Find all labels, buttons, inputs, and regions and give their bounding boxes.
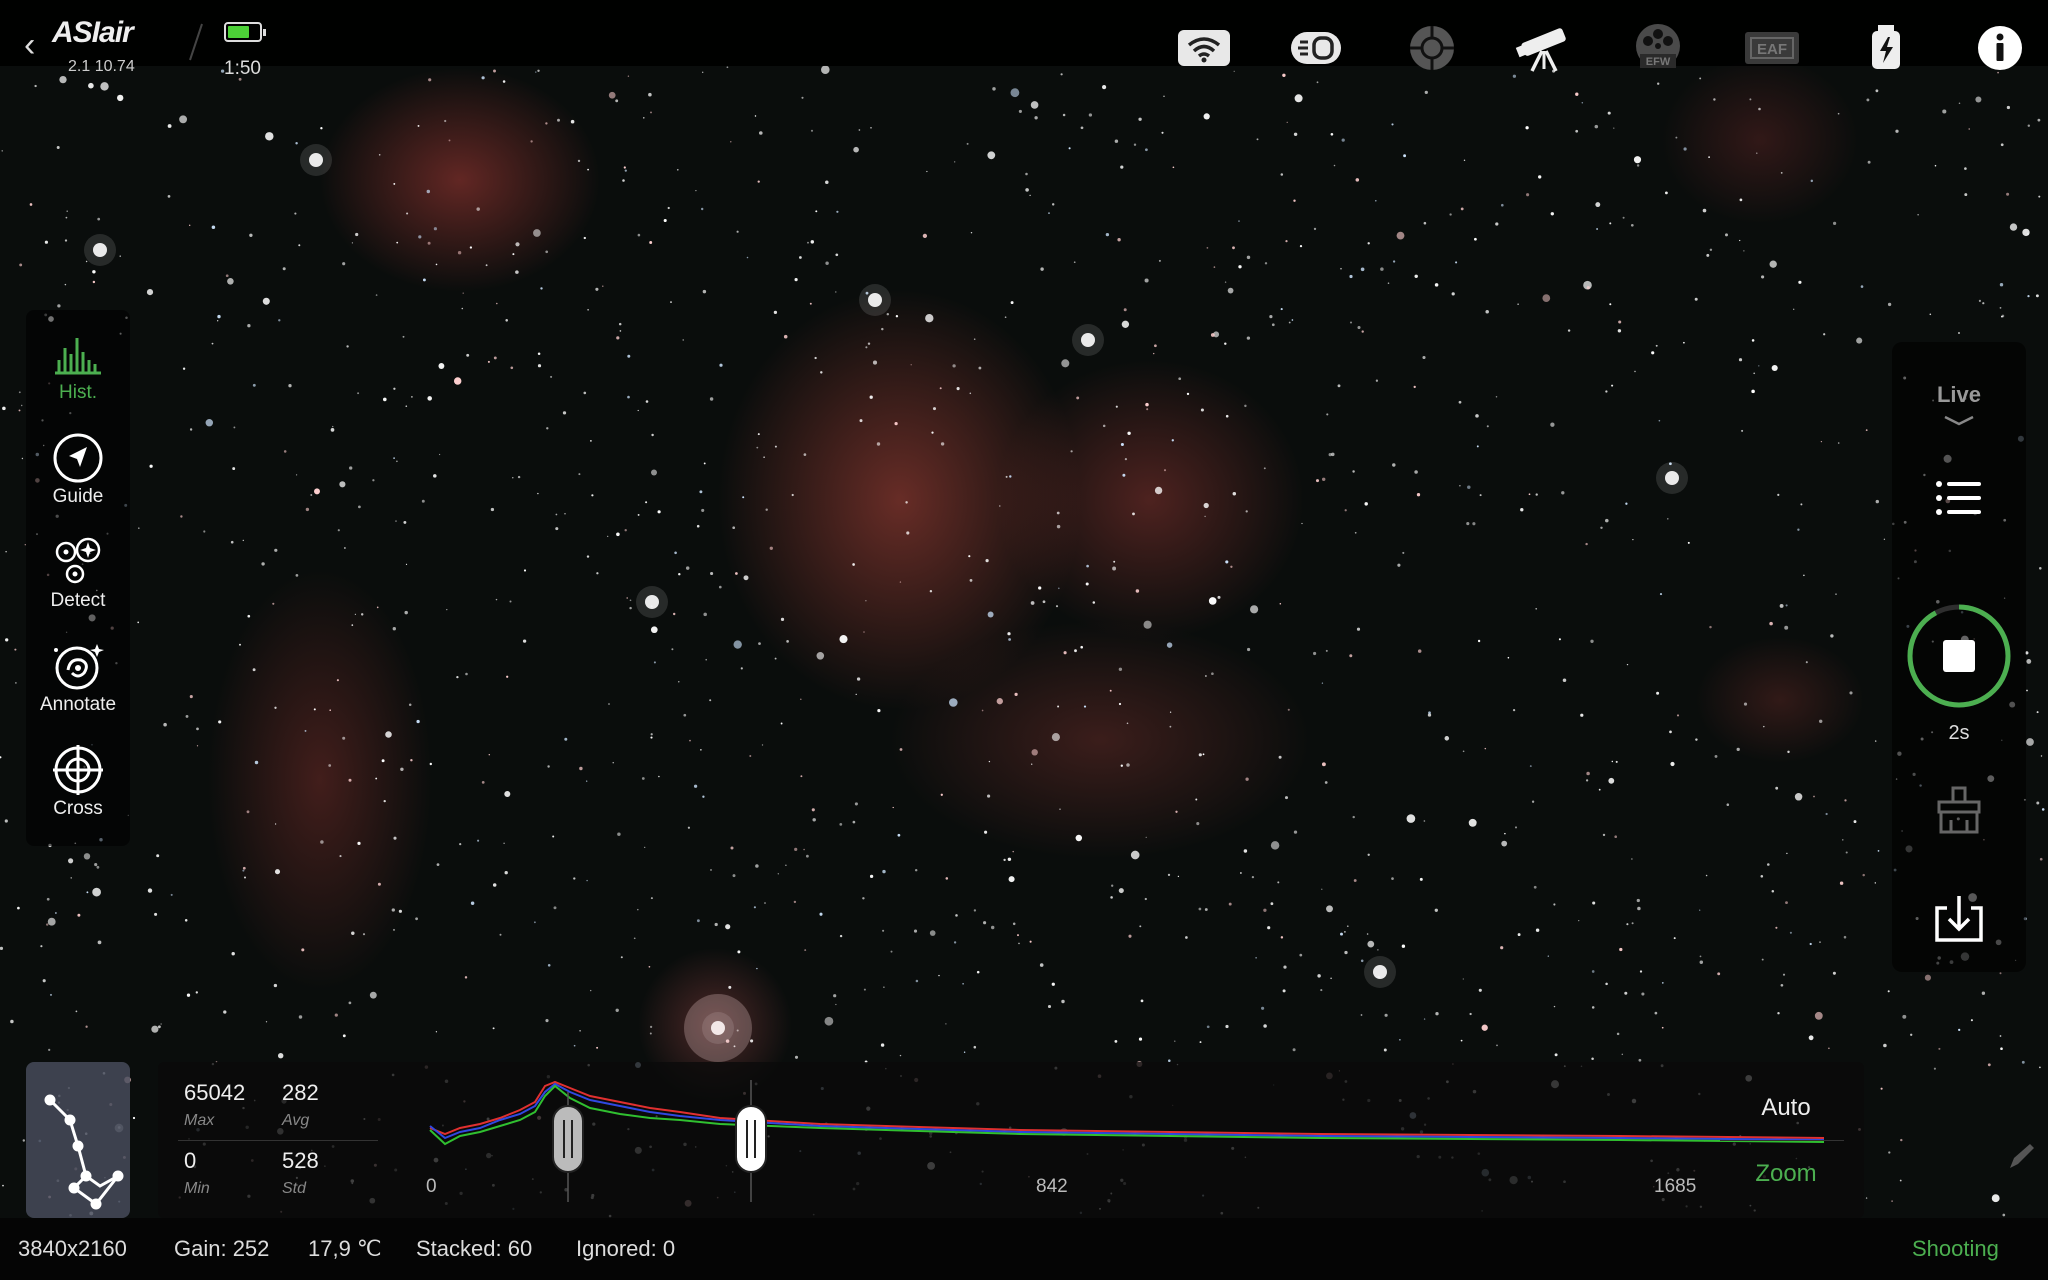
download-icon[interactable]	[1892, 892, 2026, 949]
auto-stretch-button[interactable]: Auto	[1716, 1094, 1856, 1122]
tool-annotate-label: Annotate	[39, 694, 117, 715]
stat-std-label: Std	[282, 1180, 307, 1197]
axis-start-label: 0	[426, 1176, 437, 1197]
galaxy-icon	[26, 638, 130, 694]
guide-icon	[26, 430, 130, 486]
stop-icon	[1943, 640, 1975, 672]
status-resolution: 3840x2160	[18, 1236, 127, 1261]
top-bar: ‹ ASIair 2.1 10.74 1:50 EFW EAF	[0, 0, 2048, 79]
tool-detect-label: Detect	[50, 590, 106, 611]
telescope-icon[interactable]	[1514, 18, 1574, 78]
tool-guide-label: Guide	[52, 486, 104, 507]
detect-icon	[26, 534, 130, 590]
black-point-slider[interactable]	[552, 1105, 584, 1173]
back-icon[interactable]: ‹	[24, 28, 35, 62]
axis-end-label: 1685	[1654, 1176, 1697, 1197]
tool-panel: Hist. Guide Detect Annotate Cross	[26, 310, 130, 846]
status-shooting: Shooting	[1912, 1236, 1999, 1261]
tool-histogram[interactable]: Hist.	[26, 326, 130, 426]
tool-guide[interactable]: Guide	[26, 430, 130, 530]
tool-histogram-label: Hist.	[59, 382, 97, 403]
battery-icon	[224, 22, 266, 42]
button-divider	[1720, 1140, 1844, 1141]
wifi-icon[interactable]	[1174, 18, 1234, 78]
stat-min-label: Min	[184, 1180, 210, 1197]
constellation-icon	[44, 1094, 124, 1210]
stats-divider	[178, 1140, 378, 1141]
status-gain: Gain: 252	[174, 1236, 270, 1261]
camera-icon[interactable]	[1286, 18, 1346, 78]
white-point-slider[interactable]	[735, 1105, 767, 1173]
tool-cross-label: Cross	[53, 798, 103, 819]
app-logo: ASIair	[52, 16, 134, 49]
stat-max-label: Max	[184, 1112, 215, 1129]
efw-icon[interactable]: EFW	[1628, 18, 1688, 78]
stop-button[interactable]	[1892, 602, 2026, 715]
info-icon[interactable]	[1970, 18, 2030, 78]
eaf-icon[interactable]: EAF	[1742, 18, 1802, 78]
clock-time: 1:50	[224, 58, 261, 79]
status-bar: 3840x2160 Gain: 252 17,9 ℃ Stacked: 60 I…	[0, 1218, 2048, 1280]
stat-min-value: 0	[184, 1148, 197, 1173]
status-stacked: Stacked: 60	[416, 1236, 533, 1261]
stat-max-value: 65042	[184, 1080, 246, 1105]
tool-detect[interactable]: Detect	[26, 534, 130, 634]
capture-panel: Live 2s	[1892, 342, 2026, 972]
zoom-button[interactable]: Zoom	[1716, 1160, 1856, 1188]
constellation-map[interactable]	[26, 1062, 130, 1218]
divider-icon	[189, 23, 203, 61]
chevron-down-icon	[1944, 415, 1974, 426]
tool-annotate[interactable]: Annotate	[26, 638, 130, 738]
clear-brush-icon[interactable]	[1892, 784, 2026, 841]
status-ignored: Ignored: 0	[576, 1236, 676, 1261]
app-version: 2.1 10.74	[68, 58, 135, 75]
tool-cross[interactable]: Cross	[26, 742, 130, 842]
edit-pencil-icon[interactable]	[2004, 1140, 2038, 1174]
status-temperature: 17,9 ℃	[308, 1236, 382, 1261]
axis-mid-label: 842	[1036, 1176, 1068, 1197]
histogram-icon	[26, 326, 130, 382]
mode-label: Live	[1936, 382, 1982, 407]
stat-std-value: 528	[282, 1148, 319, 1173]
histogram-panel: 65042 Max 282 Avg 0 Min 528 Std 0 842 16…	[158, 1062, 1864, 1218]
crosshair-icon	[26, 742, 130, 798]
eaf-label: EAF	[1757, 41, 1787, 58]
guide-scope-icon[interactable]	[1402, 18, 1462, 78]
efw-label: EFW	[1646, 56, 1671, 68]
mode-selector[interactable]: Live	[1892, 382, 2026, 434]
stat-avg-label: Avg	[282, 1112, 310, 1129]
stat-avg-value: 282	[282, 1080, 319, 1105]
power-icon[interactable]	[1856, 18, 1916, 78]
menu-icon[interactable]	[1892, 476, 2026, 525]
exposure-time: 2s	[1948, 722, 1970, 744]
histogram-curve[interactable]	[420, 1062, 1830, 1218]
